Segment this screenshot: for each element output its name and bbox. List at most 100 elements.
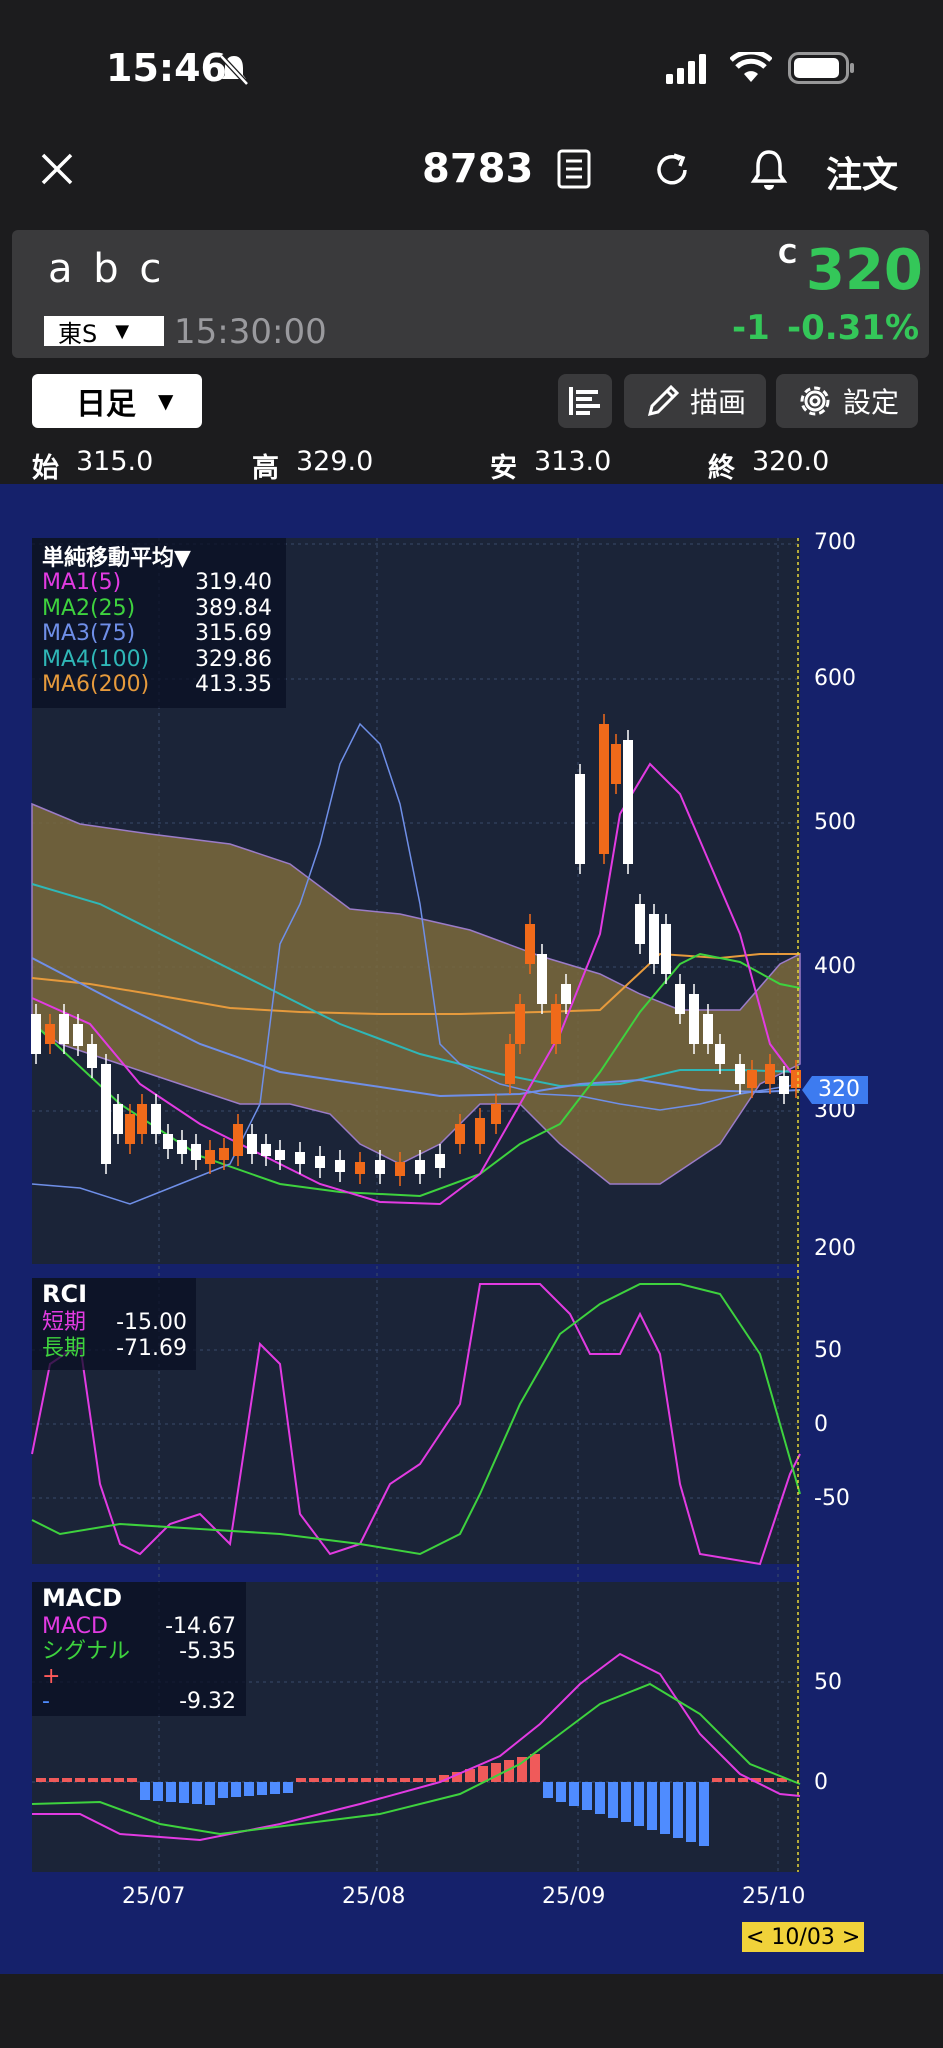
bell-mute-icon: [219, 54, 249, 86]
order-button[interactable]: 注文: [826, 146, 898, 198]
candle-body: [515, 1004, 525, 1044]
macd-histogram-bar: [283, 1782, 293, 1793]
draw-button[interactable]: 描画: [624, 374, 766, 428]
rci-title: RCI: [42, 1280, 88, 1308]
candle-body: [59, 1014, 69, 1044]
macd-histogram-bar: [660, 1782, 670, 1834]
macd-histogram-bar: [348, 1778, 358, 1782]
macd-histogram-bar: [244, 1782, 254, 1796]
macd-histogram-bar: [426, 1778, 436, 1782]
candle-body: [45, 1024, 55, 1044]
market-select[interactable]: 東S ▼: [44, 316, 164, 348]
period-select[interactable]: 日足 ▼: [32, 374, 202, 428]
candle-body: [177, 1140, 187, 1154]
y-tick: 600: [814, 666, 856, 691]
candle-body: [101, 1064, 111, 1164]
macd-histogram-bar: [634, 1782, 644, 1826]
macd-histogram-bar: [192, 1782, 202, 1804]
ma-legend[interactable]: 単純移動平均▼ MA1(5) 319.40 MA2(25) 389.84 MA3(7…: [32, 538, 286, 708]
candle-body: [435, 1154, 445, 1168]
macd-histogram-bar: [140, 1782, 150, 1800]
document-icon[interactable]: [556, 148, 594, 190]
close-label: 終: [708, 453, 735, 484]
settings-button[interactable]: 設定: [776, 374, 918, 428]
y-tick: 400: [814, 954, 856, 979]
candle-body: [599, 724, 609, 854]
macd-histogram-bar: [582, 1782, 592, 1810]
close-icon[interactable]: [40, 152, 74, 186]
candle-body: [689, 994, 699, 1044]
y-tick: 0: [814, 1412, 828, 1437]
candle-body: [611, 744, 621, 784]
candle-body: [31, 1014, 41, 1054]
cursor-date[interactable]: < 10/03 >: [742, 1922, 865, 1952]
y-tick: 200: [814, 1236, 856, 1261]
macd-histogram-bar: [166, 1782, 176, 1802]
macd-histogram-bar: [387, 1778, 397, 1782]
macd-legend-row: - -9.32: [42, 1689, 236, 1714]
macd-histogram-bar: [179, 1782, 189, 1803]
macd-histogram-bar: [764, 1778, 774, 1782]
macd-histogram-bar: [530, 1754, 540, 1782]
candle-body: [395, 1162, 405, 1176]
bar-list-icon: [569, 387, 600, 415]
status-bar: 15:46: [0, 0, 943, 130]
candle-body: [261, 1144, 271, 1156]
high-label: 高: [252, 453, 279, 484]
macd-legend[interactable]: MACD MACD -14.67 シグナル -5.35 + - -9.32: [32, 1582, 246, 1716]
x-tick: 25/10: [742, 1884, 806, 1909]
candle-body: [575, 774, 585, 864]
macd-histogram-bar: [647, 1782, 657, 1830]
macd-histogram-bar: [712, 1778, 722, 1782]
y-tick: 50: [814, 1670, 842, 1695]
macd-histogram-bar: [309, 1778, 319, 1782]
candle-body: [525, 924, 535, 964]
candle-body: [275, 1150, 285, 1160]
macd-histogram-bar: [270, 1782, 280, 1794]
macd-histogram-bar: [218, 1782, 228, 1798]
indicator-list-button[interactable]: [558, 374, 612, 428]
rci-legend-row: 長期 -71.69: [42, 1336, 187, 1361]
rci-legend-row: 短期 -15.00: [42, 1310, 187, 1335]
candle-body: [765, 1064, 775, 1084]
quote-panel: a b c 東S ▼ 15:30:00 C 320 -1 -0.31%: [12, 230, 929, 358]
stock-name: a b c: [48, 246, 166, 292]
macd-histogram-bar: [153, 1782, 163, 1801]
low-label: 安: [490, 453, 517, 484]
quote-time: 15:30:00: [174, 312, 327, 352]
chevron-down-icon: ▼: [115, 320, 130, 342]
y-tick: -50: [814, 1486, 850, 1511]
macd-histogram-bar: [361, 1778, 371, 1782]
gear-icon: [800, 386, 830, 416]
candle-body: [715, 1044, 725, 1064]
price-change: -1: [732, 308, 770, 348]
rci-legend[interactable]: RCI 短期 -15.00 長期 -71.69: [32, 1278, 196, 1370]
candle-body: [163, 1134, 173, 1149]
chart-area[interactable]: 単純移動平均▼ MA1(5) 319.40 MA2(25) 389.84 MA3(7…: [0, 484, 943, 1974]
candle-body: [475, 1118, 485, 1144]
candle-body: [233, 1124, 243, 1156]
macd-histogram-bar: [114, 1778, 124, 1782]
x-tick: 25/08: [342, 1884, 406, 1909]
candle-body: [491, 1104, 501, 1124]
candle-body: [151, 1104, 161, 1134]
macd-histogram-bar: [400, 1778, 410, 1782]
macd-histogram-bar: [413, 1778, 423, 1782]
y-tick: 0: [814, 1770, 828, 1795]
refresh-icon[interactable]: [652, 150, 692, 190]
candle-body: [219, 1148, 229, 1160]
bottom-bar: [0, 1974, 943, 2048]
macd-histogram-bar: [543, 1782, 553, 1798]
macd-histogram-bar: [556, 1782, 566, 1802]
candle-body: [113, 1104, 123, 1134]
x-tick: 25/09: [542, 1884, 606, 1909]
macd-histogram-bar: [205, 1782, 215, 1805]
ohlc-row: 始 315.0 高 329.0 安 313.0 終 320.0: [0, 438, 943, 484]
macd-histogram-bar: [257, 1782, 267, 1795]
status-time: 15:46: [106, 46, 227, 90]
candle-body: [295, 1152, 305, 1164]
candle-body: [87, 1044, 97, 1068]
price-type: C: [778, 240, 798, 270]
bell-icon[interactable]: [750, 146, 788, 192]
macd-histogram-bar: [88, 1778, 98, 1782]
